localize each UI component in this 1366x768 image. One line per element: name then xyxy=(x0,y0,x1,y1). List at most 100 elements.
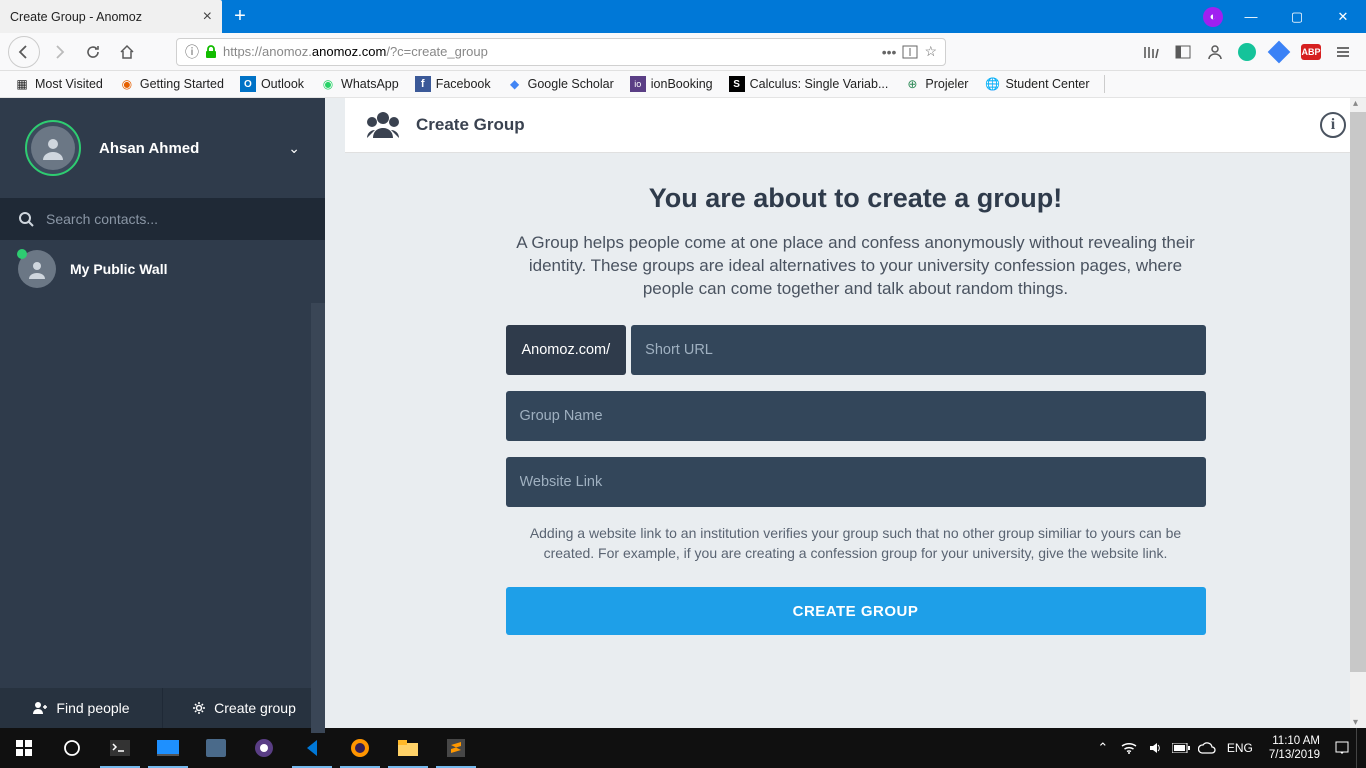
taskbar-firefox[interactable] xyxy=(336,728,384,768)
taskbar-terminal[interactable] xyxy=(96,728,144,768)
home-button[interactable] xyxy=(112,37,142,67)
sidebar-footer: Find people Create group xyxy=(0,688,325,728)
search-icon xyxy=(18,211,34,227)
battery-icon[interactable] xyxy=(1169,728,1193,768)
window-titlebar: Create Group - Anomoz × + ◐ — ▢ ✕ xyxy=(0,0,1366,33)
group-name-input[interactable] xyxy=(506,391,1206,441)
user-avatar xyxy=(25,120,81,176)
grid-icon: ▦ xyxy=(14,76,30,92)
cortana-button[interactable] xyxy=(48,728,96,768)
taskbar-explorer[interactable] xyxy=(384,728,432,768)
sidebar-icon[interactable] xyxy=(1168,37,1198,67)
notifications-icon[interactable] xyxy=(1330,728,1354,768)
bookmark-facebook[interactable]: fFacebook xyxy=(409,72,497,96)
taskbar-clock[interactable]: 11:10 AM 7/13/2019 xyxy=(1261,734,1328,763)
reader-mode-icon[interactable] xyxy=(902,45,918,59)
profile-row[interactable]: Ahsan Ahmed ⌄ xyxy=(0,98,325,198)
browser-tab[interactable]: Create Group - Anomoz × xyxy=(0,0,222,33)
website-link-input[interactable] xyxy=(506,457,1206,507)
bookmark-label: Getting Started xyxy=(140,77,224,91)
bookmark-most-visited[interactable]: ▦ Most Visited xyxy=(8,72,109,96)
find-people-button[interactable]: Find people xyxy=(0,688,163,728)
account-icon[interactable] xyxy=(1200,37,1230,67)
close-window-button[interactable]: ✕ xyxy=(1320,0,1366,33)
short-url-row: Anomoz.com/ xyxy=(506,325,1206,375)
tab-title: Create Group - Anomoz xyxy=(10,10,195,24)
url-text: https://anomoz.anomoz.com/?c=create_grou… xyxy=(223,44,488,59)
gear-icon xyxy=(192,701,206,715)
menu-icon[interactable] xyxy=(1328,37,1358,67)
adblock-icon[interactable]: ABP xyxy=(1296,37,1326,67)
search-contacts-input[interactable] xyxy=(46,211,307,227)
windows-taskbar: ⌃ ENG 11:10 AM 7/13/2019 xyxy=(0,728,1366,768)
info-icon[interactable]: i xyxy=(1320,112,1346,138)
bookmark-ionbooking[interactable]: ioionBooking xyxy=(624,72,719,96)
bookmark-star-icon[interactable]: ☆ xyxy=(924,43,937,60)
bookmark-whatsapp[interactable]: ◉ WhatsApp xyxy=(314,72,405,96)
bookmark-separator xyxy=(1104,75,1105,93)
wifi-icon[interactable] xyxy=(1117,728,1141,768)
bookmark-projeler[interactable]: ⊕Projeler xyxy=(898,72,974,96)
main-area: Create Group i You are about to create a… xyxy=(325,98,1366,728)
site-info-icon[interactable]: ⓘ xyxy=(185,42,199,62)
forward-button[interactable] xyxy=(44,37,74,67)
language-indicator[interactable]: ENG xyxy=(1221,741,1259,755)
bookmark-label: Calculus: Single Variab... xyxy=(750,77,889,91)
short-url-input[interactable] xyxy=(631,325,1205,375)
create-group-nav-label: Create group xyxy=(214,700,296,716)
projeler-icon: ⊕ xyxy=(904,76,920,92)
chevron-down-icon[interactable]: ⌄ xyxy=(288,140,300,157)
maximize-button[interactable]: ▢ xyxy=(1274,0,1320,33)
page-title: Create Group xyxy=(416,115,525,135)
group-name-row xyxy=(506,391,1206,441)
contact-public-wall[interactable]: My Public Wall xyxy=(0,240,325,298)
search-contacts-row xyxy=(0,198,325,240)
taskbar-app3[interactable] xyxy=(240,728,288,768)
bookmark-scholar[interactable]: ◆ Google Scholar xyxy=(501,72,620,96)
tray-chevron-icon[interactable]: ⌃ xyxy=(1091,728,1115,768)
bookmark-calculus[interactable]: SCalculus: Single Variab... xyxy=(723,72,895,96)
taskbar-app1[interactable] xyxy=(144,728,192,768)
main-scrollbar[interactable] xyxy=(1350,98,1366,728)
show-desktop-button[interactable] xyxy=(1356,728,1362,768)
whatsapp-icon: ◉ xyxy=(320,76,336,92)
globe-icon: 🌐 xyxy=(984,76,1000,92)
taskbar-sublime[interactable] xyxy=(432,728,480,768)
volume-icon[interactable] xyxy=(1143,728,1167,768)
bookmark-outlook[interactable]: OOutlook xyxy=(234,72,310,96)
new-tab-button[interactable]: + xyxy=(222,0,258,33)
outlook-icon: O xyxy=(240,76,256,92)
url-bar[interactable]: ⓘ https://anomoz.anomoz.com/?c=create_gr… xyxy=(176,38,946,66)
more-actions-icon[interactable]: ••• xyxy=(882,44,897,60)
reload-button[interactable] xyxy=(78,37,108,67)
library-icon[interactable] xyxy=(1136,37,1166,67)
group-icon xyxy=(365,110,401,140)
extension-icon[interactable] xyxy=(1264,37,1294,67)
sidebar-scrollbar[interactable] xyxy=(311,303,325,733)
container-extension-icon[interactable]: ◐ xyxy=(1198,0,1228,33)
website-row xyxy=(506,457,1206,507)
grammarly-icon[interactable] xyxy=(1232,37,1262,67)
onedrive-icon[interactable] xyxy=(1195,728,1219,768)
main-header: Create Group i xyxy=(345,98,1366,153)
page-content: Ahsan Ahmed ⌄ My Public Wall Find people xyxy=(0,98,1366,728)
bookmark-label: Most Visited xyxy=(35,77,103,91)
form-description: A Group helps people come at one place a… xyxy=(506,232,1206,301)
bookmark-label: WhatsApp xyxy=(341,77,399,91)
taskbar-app2[interactable] xyxy=(192,728,240,768)
bookmark-student-center[interactable]: 🌐Student Center xyxy=(978,72,1095,96)
taskbar-vscode[interactable] xyxy=(288,728,336,768)
bookmark-getting-started[interactable]: ◉Getting Started xyxy=(113,72,230,96)
bookmark-label: Google Scholar xyxy=(528,77,614,91)
create-group-button[interactable]: CREATE GROUP xyxy=(506,587,1206,635)
scholar-icon: ◆ xyxy=(507,76,523,92)
create-group-nav-button[interactable]: Create group xyxy=(163,688,325,728)
close-tab-icon[interactable]: × xyxy=(203,8,212,26)
start-button[interactable] xyxy=(0,728,48,768)
browser-navbar: ⓘ https://anomoz.anomoz.com/?c=create_gr… xyxy=(0,33,1366,71)
user-plus-icon xyxy=(32,701,48,715)
back-button[interactable] xyxy=(8,36,40,68)
find-people-label: Find people xyxy=(56,700,129,716)
bookmark-label: Facebook xyxy=(436,77,491,91)
minimize-button[interactable]: — xyxy=(1228,0,1274,33)
